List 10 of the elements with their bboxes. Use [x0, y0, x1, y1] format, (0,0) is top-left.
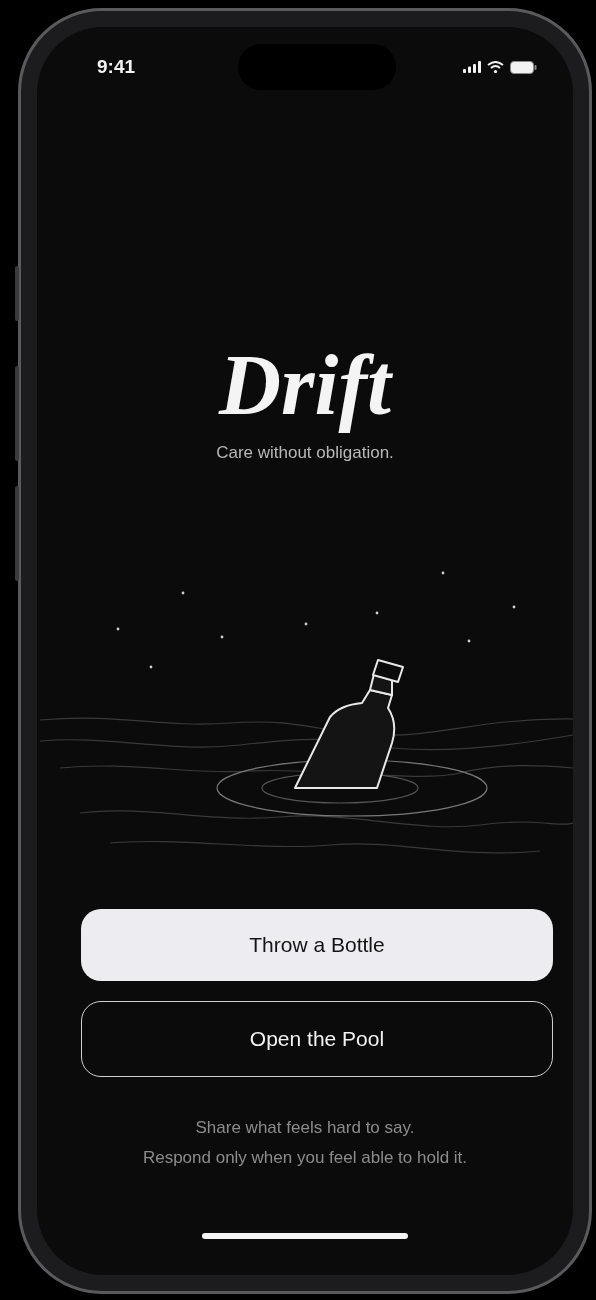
- primary-button[interactable]: Throw a Bottle: [81, 909, 553, 981]
- status-time: 9:41: [97, 56, 137, 78]
- wifi-icon: [487, 61, 504, 73]
- outline-button[interactable]: Open the Pool: [81, 1001, 553, 1077]
- tagline: Care without obligation.: [216, 443, 394, 463]
- footer-text: Respond only when you feel able to hold it.: [142, 1147, 468, 1169]
- signal-icon: [463, 61, 481, 73]
- battery-icon: [510, 60, 537, 74]
- footer-text: Share what feels hard to say.: [195, 1117, 415, 1139]
- app-title: Drift: [219, 336, 391, 435]
